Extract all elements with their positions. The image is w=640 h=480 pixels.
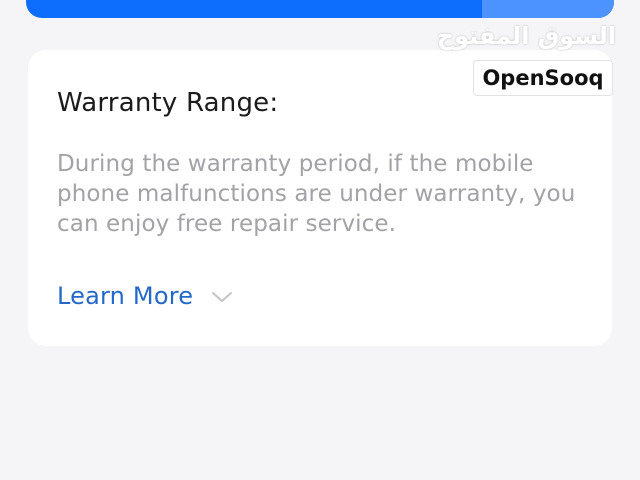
opensooq-watermark: السوق المفتوح OpenSooq bbox=[436, 18, 616, 96]
primary-action-button[interactable] bbox=[26, 0, 614, 18]
learn-more-label: Learn More bbox=[57, 282, 194, 310]
watermark-latin-text: OpenSooq bbox=[473, 60, 613, 96]
watermark-arabic-text: السوق المفتوح bbox=[436, 22, 616, 50]
warranty-range-title: Warranty Range: bbox=[57, 88, 279, 118]
warranty-description: During the warranty period, if the mobil… bbox=[57, 151, 576, 237]
chevron-down-icon bbox=[211, 289, 233, 303]
learn-more-link[interactable]: Learn More bbox=[57, 282, 233, 310]
button-edge bbox=[482, 0, 614, 18]
page: Warranty Range: During the warranty peri… bbox=[0, 0, 640, 480]
